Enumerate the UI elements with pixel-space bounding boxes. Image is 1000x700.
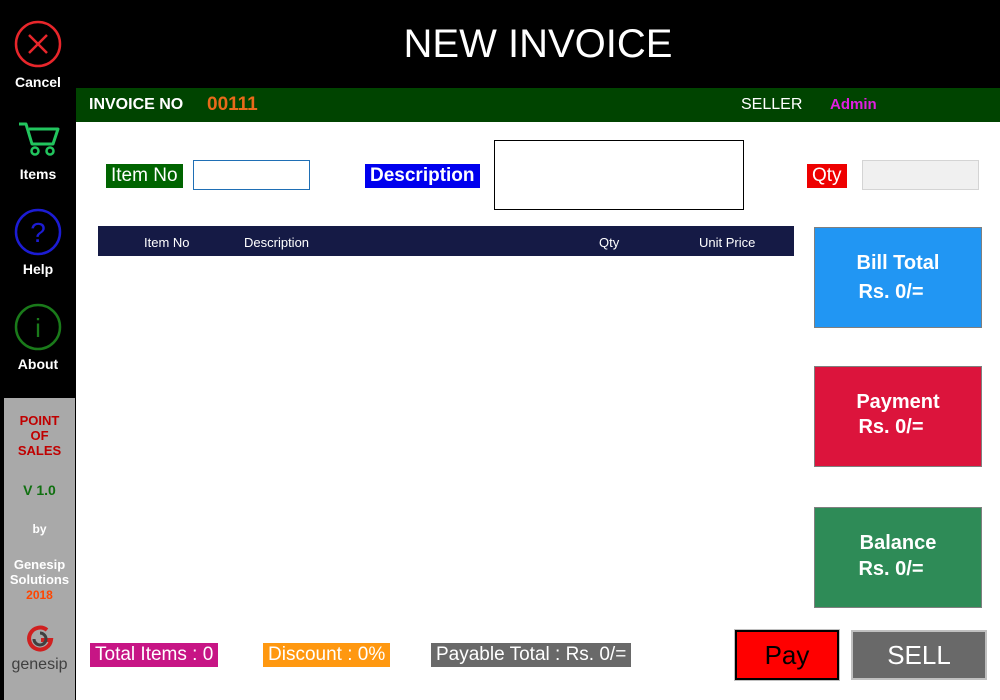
about-panel: POINT OF SALES V 1.0 by Genesip Solution… <box>4 398 75 700</box>
seller-name: Admin <box>830 96 877 113</box>
balance-label: Balance <box>859 532 937 554</box>
about-button[interactable]: i About <box>0 302 76 372</box>
invoice-no-label: INVOICE NO <box>89 96 184 113</box>
column-unit-price: Unit Price <box>699 235 756 250</box>
items-table-header: Item No Description Qty Unit Price <box>98 226 794 256</box>
bill-total-value: Rs. 0/= <box>858 281 924 303</box>
pay-button[interactable]: Pay <box>734 629 840 681</box>
app-name-line2: OF <box>30 428 49 443</box>
items-label: Items <box>19 166 57 182</box>
qty-tag: Qty <box>807 164 847 188</box>
question-icon: ? <box>14 208 62 256</box>
logo-text: genesip <box>11 656 68 673</box>
payment-card: Payment Rs. 0/= <box>814 366 982 467</box>
description-tag: Description <box>365 164 480 188</box>
sell-button[interactable]: SELL <box>851 630 987 680</box>
qty-input[interactable] <box>862 160 979 190</box>
svg-text:?: ? <box>30 217 46 248</box>
help-label: Help <box>22 261 54 277</box>
app-name-line3: SALES <box>17 443 62 458</box>
seller-label: SELLER <box>741 96 803 113</box>
year-label: 2018 <box>26 588 53 602</box>
by-label: by <box>32 522 47 536</box>
svg-text:i: i <box>35 313 41 343</box>
description-input[interactable] <box>494 140 744 210</box>
version-label: V 1.0 <box>23 482 56 498</box>
genesip-logo-icon <box>27 625 54 652</box>
balance-card: Balance Rs. 0/= <box>814 507 982 608</box>
page-title: NEW INVOICE <box>403 22 673 66</box>
cancel-icon <box>14 20 62 68</box>
info-bar: INVOICE NO 00111 SELLER Admin <box>76 88 1000 122</box>
payable-total-badge: Payable Total : Rs. 0/= <box>431 643 632 667</box>
bill-total-card: Bill Total Rs. 0/= <box>814 227 982 328</box>
item-no-input[interactable] <box>193 160 310 190</box>
payment-value: Rs. 0/= <box>858 416 924 438</box>
column-qty: Qty <box>599 235 620 250</box>
invoice-no-value: 00111 <box>207 94 258 115</box>
app-name-line1: POINT <box>19 413 60 428</box>
balance-value: Rs. 0/= <box>858 558 924 580</box>
column-description: Description <box>244 235 310 250</box>
cancel-label: Cancel <box>15 74 61 90</box>
item-no-tag: Item No <box>106 164 183 188</box>
header: NEW INVOICE <box>76 0 1000 88</box>
help-button[interactable]: ? Help <box>0 207 76 277</box>
sidebar: Cancel Items ? Help i About POINT OF SAL… <box>0 0 76 700</box>
discount-badge: Discount : 0% <box>263 643 391 667</box>
payment-label: Payment <box>856 391 940 413</box>
bill-total-label: Bill Total <box>856 252 940 274</box>
company-line1: Genesip <box>13 557 66 572</box>
invoice-window: Cancel Items ? Help i About POINT OF SAL… <box>0 0 1000 700</box>
items-table-body[interactable] <box>98 256 794 626</box>
items-button[interactable]: Items <box>0 118 76 182</box>
cart-icon <box>19 122 60 156</box>
column-item-no: Item No <box>144 235 190 250</box>
about-label: About <box>17 356 59 372</box>
info-icon: i <box>14 303 62 351</box>
cancel-button[interactable]: Cancel <box>0 20 76 90</box>
total-items-badge: Total Items : 0 <box>90 643 219 667</box>
company-line2: Solutions <box>9 572 70 587</box>
